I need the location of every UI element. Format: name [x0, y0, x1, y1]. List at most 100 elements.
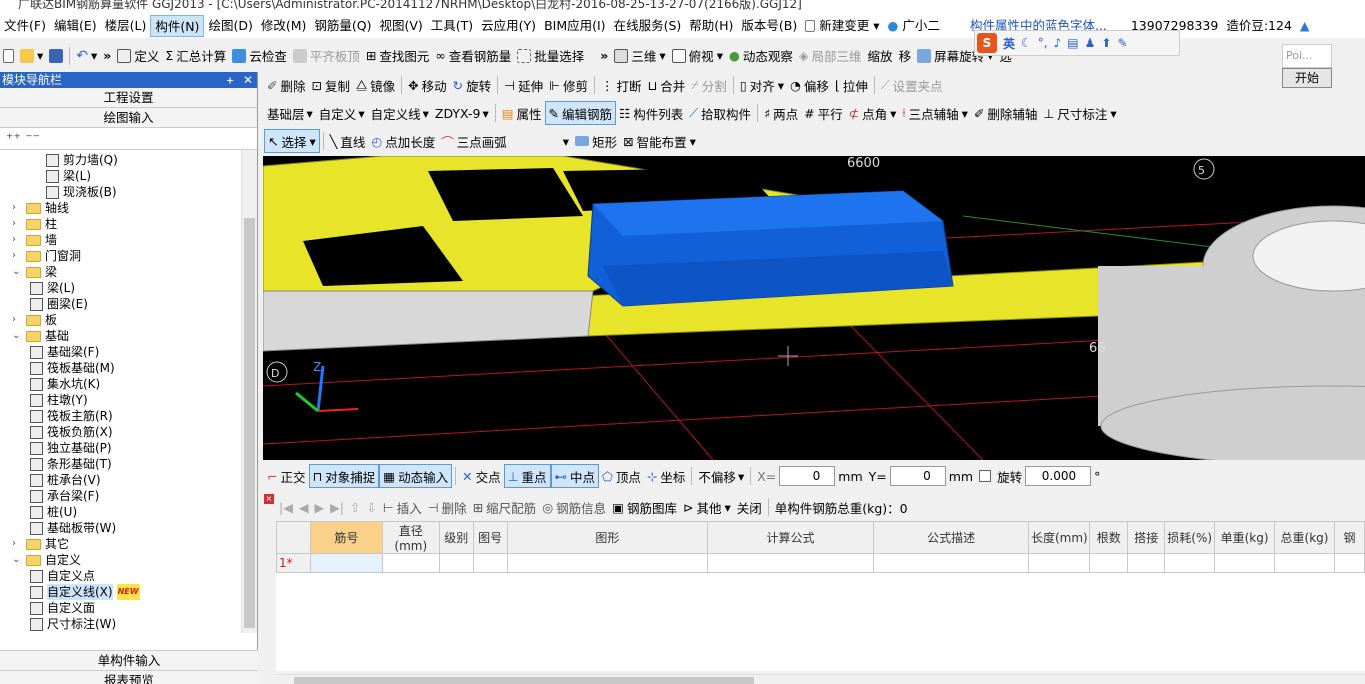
single-input-button[interactable]: 单构件输入 — [0, 650, 258, 670]
merge-button[interactable]: ⊔ 合并 — [645, 73, 689, 97]
col-shape[interactable]: 图形 — [506, 521, 709, 554]
tree-item[interactable]: 桩承台(V) — [30, 472, 101, 488]
point-length-button[interactable]: ◴ 点加长度 — [368, 129, 438, 153]
punctuation-icon[interactable]: °, — [1038, 36, 1048, 50]
tree-item[interactable]: ⌄ 基础 — [12, 328, 69, 344]
tree-item[interactable]: 尺寸标注(W) — [30, 616, 116, 632]
col-lap[interactable]: 搭接 — [1127, 521, 1166, 554]
object-snap-button[interactable]: ⊓ 对象捕捉 — [308, 464, 380, 488]
project-settings-button[interactable]: 工程设置 — [0, 88, 257, 108]
x-input[interactable]: 0 — [779, 466, 836, 486]
row-delete-button[interactable]: ⊣ 删除 — [425, 495, 470, 519]
cloud-check-button[interactable]: 云检查 — [229, 44, 290, 68]
col-loss[interactable]: 损耗(%) — [1164, 521, 1216, 554]
cell-shape[interactable] — [506, 553, 709, 573]
prev-record-icon[interactable]: ◀ — [296, 495, 312, 519]
menu-cloud[interactable]: 云应用(Y) — [477, 15, 540, 37]
cell-formula-desc[interactable] — [872, 553, 1030, 573]
col-length[interactable]: 长度(mm) — [1028, 521, 1091, 554]
coordinate-button[interactable]: ⊹ 坐标 — [644, 464, 689, 488]
tree-item[interactable]: › 板 — [12, 312, 57, 328]
chevron-right-icon[interactable]: › — [12, 248, 22, 264]
midpoint-button[interactable]: ⊷ 中点 — [550, 464, 600, 488]
move-down-icon[interactable]: ⇩ — [363, 495, 379, 519]
chevron-down-icon[interactable]: ⌄ — [12, 264, 22, 280]
drawing-input-button[interactable]: 绘图输入 — [0, 108, 257, 128]
report-preview-button[interactable]: 报表预览 — [0, 670, 258, 684]
y-input[interactable]: 0 — [889, 466, 946, 486]
split-button[interactable]: ⌿ 分割 — [688, 73, 730, 97]
cell-total-weight[interactable] — [1274, 553, 1335, 573]
zoom-button[interactable]: 缩放 — [865, 44, 896, 68]
tree-item[interactable]: › 墙 — [12, 232, 57, 248]
menu-version[interactable]: 版本号(B) — [737, 15, 801, 37]
tree-item[interactable]: 自定义线(X) NEW — [30, 584, 140, 600]
menu-modify[interactable]: 修改(M) — [257, 15, 311, 37]
last-record-icon[interactable]: ▶| — [327, 495, 347, 519]
local-3d-button[interactable]: ◈ 局部三维 — [796, 44, 865, 68]
tree-item[interactable]: 柱墩(Y) — [30, 392, 88, 408]
keyboard-icon[interactable]: ▤ — [1067, 36, 1078, 50]
save-icon[interactable] — [46, 44, 66, 68]
col-grade[interactable]: 级别 — [438, 521, 474, 554]
menu-floor[interactable]: 楼层(L) — [101, 15, 151, 37]
scale-rebar-button[interactable]: ⊞ 缩尺配筋 — [470, 495, 540, 519]
intersection-button[interactable]: ✕ 交点 — [459, 464, 504, 488]
chevron-right-icon[interactable]: › — [12, 312, 22, 328]
rotate-button[interactable]: ↻ 旋转 — [450, 73, 495, 97]
cell-grade[interactable] — [438, 553, 474, 573]
menu-view[interactable]: 视图(V) — [375, 15, 426, 37]
vertex-button[interactable]: ⬠ 顶点 — [599, 464, 644, 488]
wrench-icon[interactable]: ✎ — [1117, 36, 1127, 50]
move-up-icon[interactable]: ⇧ — [347, 495, 363, 519]
type-select[interactable]: 自定义 ▾ — [316, 101, 368, 125]
cell-diameter[interactable] — [381, 553, 440, 573]
tree-item[interactable]: › 柱 — [12, 216, 57, 232]
tree-item[interactable]: 基础板带(W) — [30, 520, 116, 536]
rebar-info-button[interactable]: ◎ 钢筋信息 — [539, 495, 609, 519]
perpendicular-button[interactable]: ⊥ 重点 — [503, 464, 551, 488]
tree-item[interactable]: 筏板基础(M) — [30, 360, 115, 376]
col-unit-weight[interactable]: 单重(kg) — [1214, 521, 1276, 554]
tree-item[interactable]: 梁(L) — [30, 280, 75, 296]
ime-mode[interactable]: 英 — [1003, 35, 1015, 52]
other-button[interactable]: ⊳ 其他 ▾ — [680, 495, 734, 519]
delete-axis-button[interactable]: ✐ 删除辅轴 — [971, 101, 1041, 125]
offset-button[interactable]: ◔ 偏移 — [787, 73, 832, 97]
top-view-button[interactable]: 俯视 ▾ — [669, 44, 726, 68]
chevron-down-icon[interactable]: ⌄ — [12, 328, 22, 344]
cell-bar-no[interactable] — [309, 553, 383, 573]
close-button[interactable]: 关闭 — [734, 495, 765, 519]
chevron-right-icon[interactable]: › — [12, 536, 22, 552]
tree-item[interactable]: 筏板负筋(X) — [30, 424, 113, 440]
tree-item[interactable]: › 其它 — [12, 536, 69, 552]
panel-close-icon[interactable]: × — [264, 494, 274, 504]
cell-rebar[interactable] — [1333, 553, 1365, 573]
col-formula[interactable]: 计算公式 — [707, 521, 874, 554]
offset-mode-select[interactable]: 不偏移 ▾ — [695, 464, 747, 488]
assistant-button[interactable]: ● 广小二 — [884, 15, 944, 37]
rotate-checkbox[interactable] — [976, 464, 994, 488]
col-diameter[interactable]: 直径(mm) — [381, 521, 440, 554]
tree-item[interactable]: 筏板主筋(R) — [30, 408, 113, 424]
3d-viewport[interactable]: 5 D 6600 66 Z — [263, 156, 1365, 460]
three-point-arc-button[interactable]: ⌒ 三点画弧 ▾ — [438, 129, 572, 153]
layer-select[interactable]: 基础层 ▾ — [264, 101, 316, 125]
pan-button[interactable]: 移 — [896, 44, 915, 68]
user-icon[interactable]: ♟ — [1085, 36, 1096, 50]
tree-item[interactable]: 现浇板(B) — [46, 184, 117, 200]
component-select[interactable]: ZDYX-9 ▾ — [432, 101, 492, 125]
rotate-input[interactable]: 0.000 — [1025, 466, 1092, 486]
col-formula-desc[interactable]: 公式描述 — [872, 521, 1030, 554]
summary-calc-button[interactable]: Σ 汇总计算 — [162, 44, 229, 68]
select-button[interactable]: ↖ 选择 ▾ — [264, 129, 320, 153]
tree-item[interactable]: ⌄ 自定义 — [12, 552, 81, 568]
mic-icon[interactable]: ♪ — [1054, 36, 1062, 50]
cell-loss[interactable] — [1164, 553, 1216, 573]
subtype-select[interactable]: 自定义线 ▾ — [368, 101, 432, 125]
point-angle-button[interactable]: ⊄ 点角 ▾ — [846, 101, 900, 125]
undo-icon[interactable]: ↶ ▾ — [73, 44, 100, 68]
new-change-button[interactable]: 新建变更 ▾ — [801, 15, 883, 37]
menu-component[interactable]: 构件(N) — [150, 14, 205, 37]
cell-lap[interactable] — [1127, 553, 1166, 573]
